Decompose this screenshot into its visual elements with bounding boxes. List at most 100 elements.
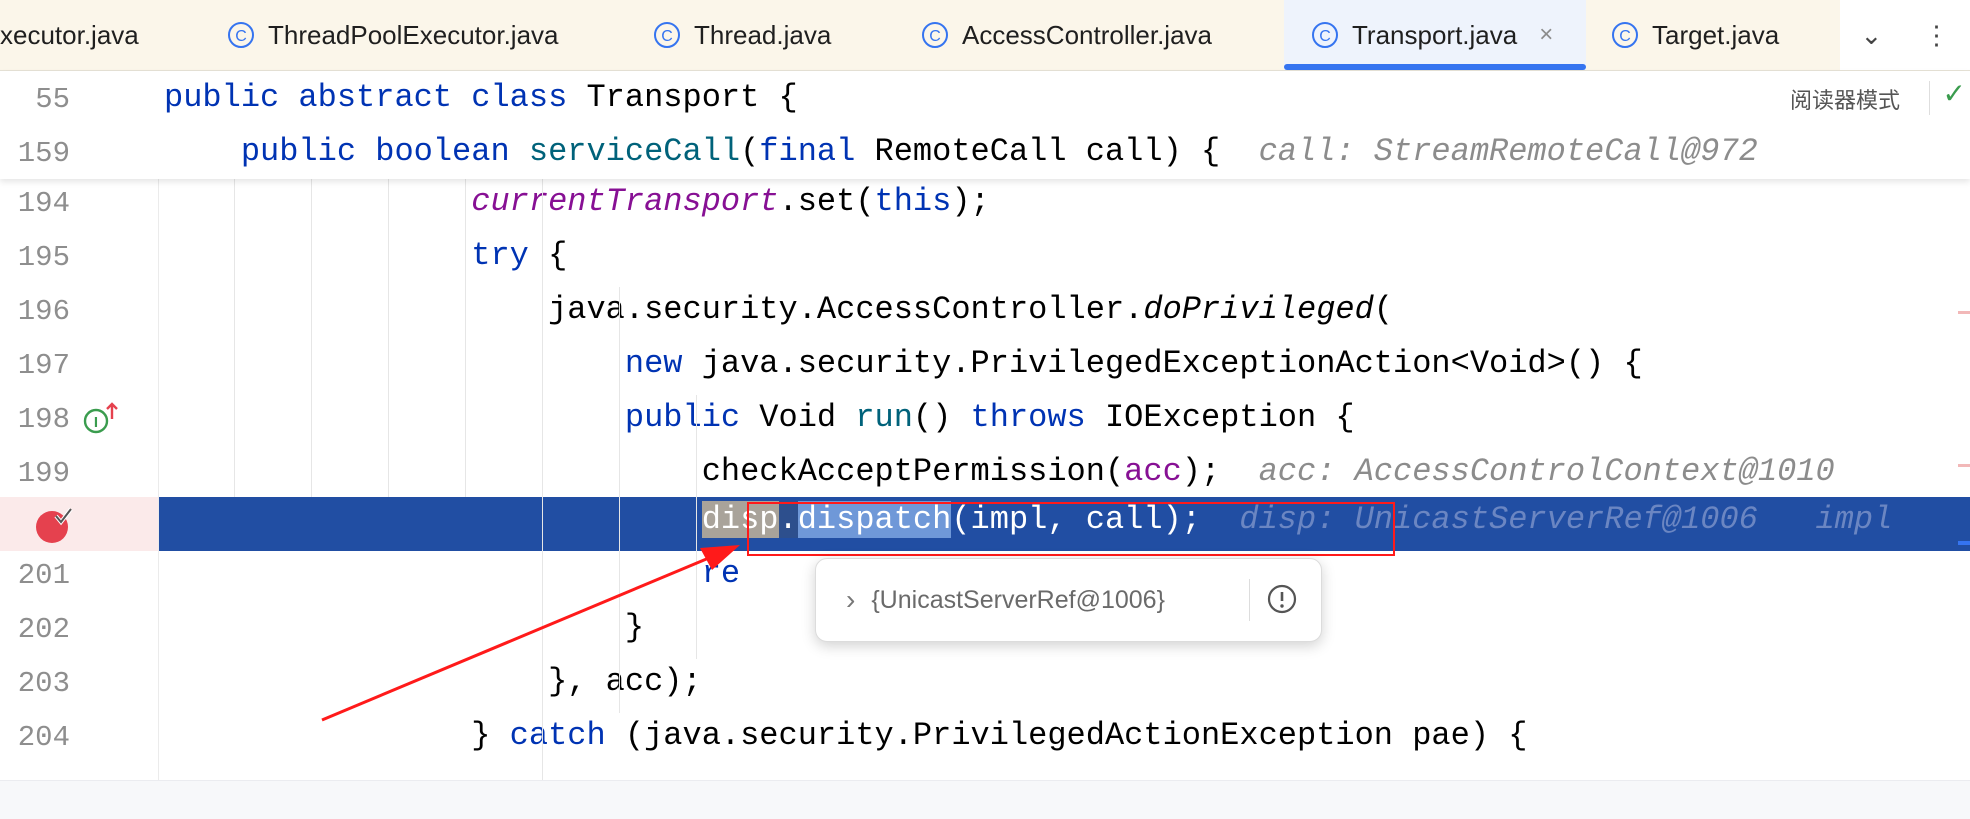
code-token: IOException { [1104, 399, 1355, 436]
tab-label: ThreadPoolExecutor.java [268, 19, 559, 50]
code-line[interactable]: 196 java.security.AccessController.doPri… [0, 287, 1970, 341]
code-line[interactable]: 194 currentTransport.set(this); [0, 179, 1970, 233]
code-text: } [164, 609, 644, 646]
code-token: java.security.AccessController. [548, 291, 1144, 328]
svg-text:C: C [929, 28, 941, 45]
indent-guide [234, 179, 235, 497]
svg-text:C: C [1319, 28, 1331, 45]
code-line[interactable]: 197 new java.security.PrivilegedExceptio… [0, 341, 1970, 395]
code-token: call: StreamRemoteCall@972 [1258, 133, 1758, 170]
tab-label: xecutor.java [0, 19, 139, 50]
java-class-icon: C [654, 22, 680, 48]
sticky-line[interactable]: 159 public boolean serviceCall(final Rem… [0, 125, 1970, 179]
line-number: 195 [17, 241, 70, 274]
code-line[interactable]: 198 I public Void run() throws IOExcepti… [0, 395, 1970, 449]
code-token: acc: AccessControlContext@1010 [1258, 453, 1835, 490]
code-text: }, acc); [164, 663, 702, 700]
implementing-method-icon[interactable]: I [82, 401, 122, 435]
code-token: } [471, 717, 510, 754]
code-token: currentTransport [471, 183, 779, 220]
java-class-icon: C [922, 22, 948, 48]
tab-transport[interactable]: C Transport.java × [1284, 0, 1586, 70]
code-text: public Void run() throws IOException { [164, 399, 1355, 436]
code-token: { [548, 237, 568, 274]
line-number: 202 [17, 613, 70, 646]
code-token: ( [740, 133, 760, 170]
tab-label: AccessController.java [962, 19, 1212, 50]
tab-executor[interactable]: xecutor.java [0, 0, 190, 70]
code-token: ); [1181, 453, 1259, 490]
check-icon[interactable]: ✓ [1943, 77, 1966, 110]
tab-label: Target.java [1652, 19, 1780, 50]
line-number: 203 [17, 667, 70, 700]
info-icon[interactable] [1266, 583, 1298, 615]
code-text: java.security.AccessController.doPrivile… [164, 291, 1393, 328]
line-number: 201 [17, 559, 70, 592]
code-token: Transport { [586, 79, 798, 116]
sticky-line[interactable]: 55 public abstract class Transport { [0, 71, 1970, 125]
code-token: checkAcceptPermission( [701, 453, 1125, 490]
code-text: re [164, 555, 740, 592]
code-token: Void [759, 399, 856, 436]
line-number: 199 [17, 457, 70, 490]
code-token: throws [970, 399, 1105, 436]
line-number: 204 [17, 721, 70, 754]
debug-value-popup[interactable]: › {UnicastServerRef@1006} ! [815, 558, 1322, 642]
tab-label: Thread.java [694, 19, 832, 50]
code-token: serviceCall [528, 133, 741, 170]
code-token: RemoteCall call) { [874, 133, 1259, 170]
code-token: (java.security.PrivilegedActionException… [624, 717, 1528, 754]
code-line[interactable]: 204 } catch (java.security.PrivilegedAct… [0, 713, 1970, 767]
line-number: 159 [17, 137, 70, 170]
code-token: acc [1124, 453, 1182, 490]
line-number: 198 [17, 403, 70, 436]
code-token: public [624, 399, 760, 436]
code-token: run [855, 399, 913, 436]
gutter-highlight [0, 497, 158, 551]
code-token: new [624, 345, 702, 382]
code-token: () [912, 399, 971, 436]
tab-threadpoolexecutor[interactable]: C ThreadPoolExecutor.java [226, 0, 606, 70]
code-token: .set( [778, 183, 875, 220]
close-icon[interactable]: × [1539, 21, 1553, 49]
breakpoint-icon[interactable] [34, 505, 74, 545]
chevron-down-icon[interactable]: ⌄ [1861, 20, 1883, 51]
more-options-icon[interactable]: ⋮ [1923, 20, 1949, 51]
code-token: public abstract class [164, 79, 587, 116]
svg-text:C: C [235, 28, 247, 45]
popup-value[interactable]: {UnicastServerRef@1006} [871, 586, 1165, 615]
sticky-scope-header: 55 public abstract class Transport { 159… [0, 71, 1970, 179]
code-token: doPrivileged [1143, 291, 1374, 328]
svg-text:I: I [94, 414, 98, 431]
code-text: currentTransport.set(this); [164, 183, 989, 220]
indent-guide [696, 395, 697, 659]
line-number: 196 [17, 295, 70, 328]
java-class-icon: C [1312, 22, 1338, 48]
scroll-marker [1958, 541, 1970, 545]
tab-target[interactable]: C Target.java [1610, 0, 1830, 70]
code-token: catch [509, 717, 625, 754]
code-line[interactable]: 203 }, acc); [0, 659, 1970, 713]
code-text: public boolean serviceCall(final RemoteC… [164, 133, 1758, 170]
code-token: final [759, 133, 875, 170]
tab-actions: ⌄ ⋮ [1840, 0, 1970, 70]
code-line[interactable]: 199 checkAcceptPermission(acc); acc: Acc… [0, 449, 1970, 503]
code-line[interactable]: 195 try { [0, 233, 1970, 287]
tab-thread[interactable]: C Thread.java [652, 0, 902, 70]
line-number: 194 [17, 187, 70, 220]
expand-arrow-icon[interactable]: › [846, 584, 855, 616]
error-stripe-marker [1958, 464, 1970, 467]
line-number: 197 [17, 349, 70, 382]
indent-guide [388, 179, 389, 497]
code-token: public boolean [240, 133, 529, 170]
reader-mode-button[interactable]: 阅读器模式 [1790, 83, 1900, 115]
tab-accesscontroller[interactable]: C AccessController.java [920, 0, 1250, 70]
editor-tab-bar: xecutor.java C ThreadPoolExecutor.java C… [0, 0, 1970, 71]
